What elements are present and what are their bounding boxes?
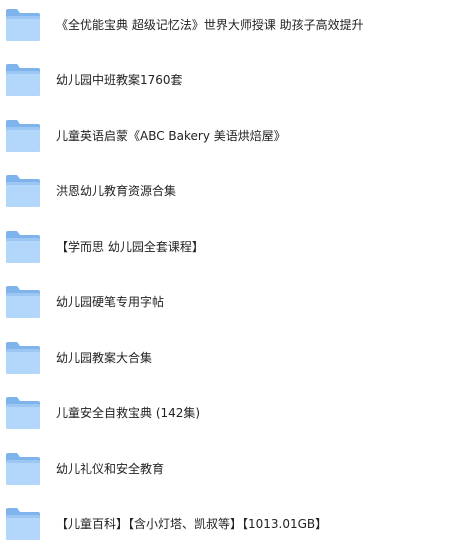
folder-list: 《全优能宝典 超级记忆法》世界大师授课 助孩子高效提升 幼儿园中班教案1760套… — [0, 0, 472, 550]
folder-name: 儿童安全自救宝典 (142集) — [56, 406, 201, 420]
folder-name: 【儿童百科】【含小灯塔、凯叔等】【1013.01GB】 — [56, 517, 328, 531]
folder-icon — [5, 452, 41, 486]
folder-icon — [5, 396, 41, 430]
folder-name: 《全优能宝典 超级记忆法》世界大师授课 助孩子高效提升 — [56, 18, 364, 32]
folder-item[interactable]: 儿童安全自救宝典 (142集) — [0, 393, 472, 433]
folder-name: 幼儿园硬笔专用字帖 — [56, 295, 165, 309]
folder-item[interactable]: 幼儿园中班教案1760套 — [0, 60, 472, 100]
folder-name: 幼儿礼仪和安全教育 — [56, 462, 165, 476]
folder-name: 儿童英语启蒙《ABC Bakery 美语烘焙屋》 — [56, 129, 286, 143]
folder-icon — [5, 230, 41, 264]
folder-icon — [5, 119, 41, 153]
folder-name: 【学而思 幼儿园全套课程】 — [56, 240, 204, 254]
folder-icon — [5, 63, 41, 97]
folder-item[interactable]: 幼儿园硬笔专用字帖 — [0, 282, 472, 322]
folder-icon — [5, 507, 41, 541]
folder-item[interactable]: 《全优能宝典 超级记忆法》世界大师授课 助孩子高效提升 — [0, 5, 472, 45]
folder-item[interactable]: 幼儿礼仪和安全教育 — [0, 449, 472, 489]
folder-icon — [5, 174, 41, 208]
folder-item[interactable]: 儿童英语启蒙《ABC Bakery 美语烘焙屋》 — [0, 116, 472, 156]
folder-name: 洪恩幼儿教育资源合集 — [56, 184, 177, 198]
folder-item[interactable]: 【儿童百科】【含小灯塔、凯叔等】【1013.01GB】 — [0, 504, 472, 544]
folder-item[interactable]: 【学而思 幼儿园全套课程】 — [0, 227, 472, 267]
folder-name: 幼儿园教案大合集 — [56, 351, 153, 365]
folder-icon — [5, 285, 41, 319]
folder-item[interactable]: 洪恩幼儿教育资源合集 — [0, 171, 472, 211]
folder-icon — [5, 8, 41, 42]
folder-icon — [5, 341, 41, 375]
folder-name: 幼儿园中班教案1760套 — [56, 73, 183, 87]
folder-item[interactable]: 幼儿园教案大合集 — [0, 338, 472, 378]
